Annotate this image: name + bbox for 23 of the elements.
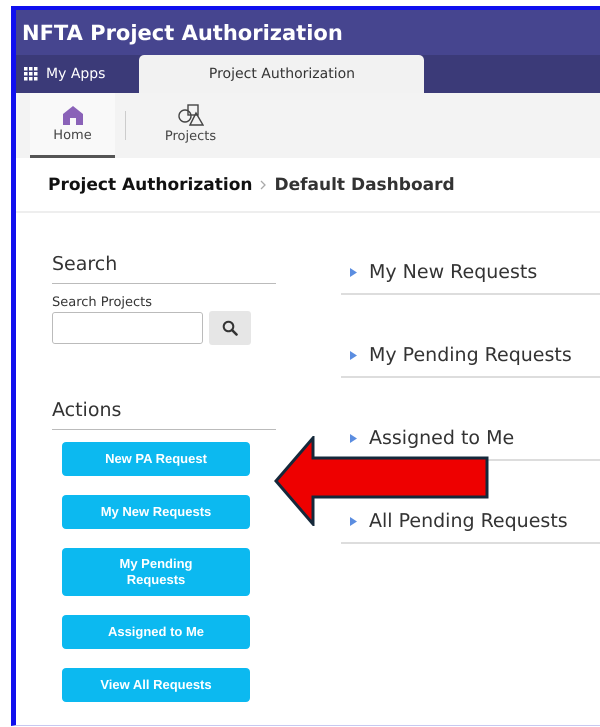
collapsible-section-header[interactable]: My New Requests	[341, 251, 600, 295]
home-icon	[62, 106, 82, 124]
window-title: NFTA Project Authorization	[16, 10, 600, 55]
caret-right-icon	[349, 350, 358, 360]
caret-right-icon	[349, 268, 358, 276]
breadcrumb-item[interactable]: Project Authorization	[48, 174, 252, 194]
shapes-icon	[178, 104, 204, 126]
field-label: Search Projects	[52, 295, 154, 310]
app-tab[interactable]: Project Authorization	[139, 55, 424, 93]
nav-tab[interactable]: Projects	[148, 93, 233, 158]
search-icon	[222, 320, 238, 336]
section-heading: Search	[52, 213, 276, 284]
apps-menu-tab[interactable]: My Apps	[16, 55, 122, 93]
section-heading: Actions	[52, 345, 276, 430]
caret-right-icon	[349, 516, 358, 526]
breadcrumb-item: Default Dashboard	[274, 174, 455, 194]
caret-right-icon	[349, 434, 358, 442]
search-button[interactable]	[209, 311, 251, 345]
collapsible-section-header[interactable]: My Pending Requests	[341, 334, 600, 378]
grid-icon	[24, 67, 38, 81]
chevron-right-icon	[260, 180, 266, 190]
search-field[interactable]	[52, 312, 203, 344]
nav-tab[interactable]: Home	[30, 93, 115, 158]
